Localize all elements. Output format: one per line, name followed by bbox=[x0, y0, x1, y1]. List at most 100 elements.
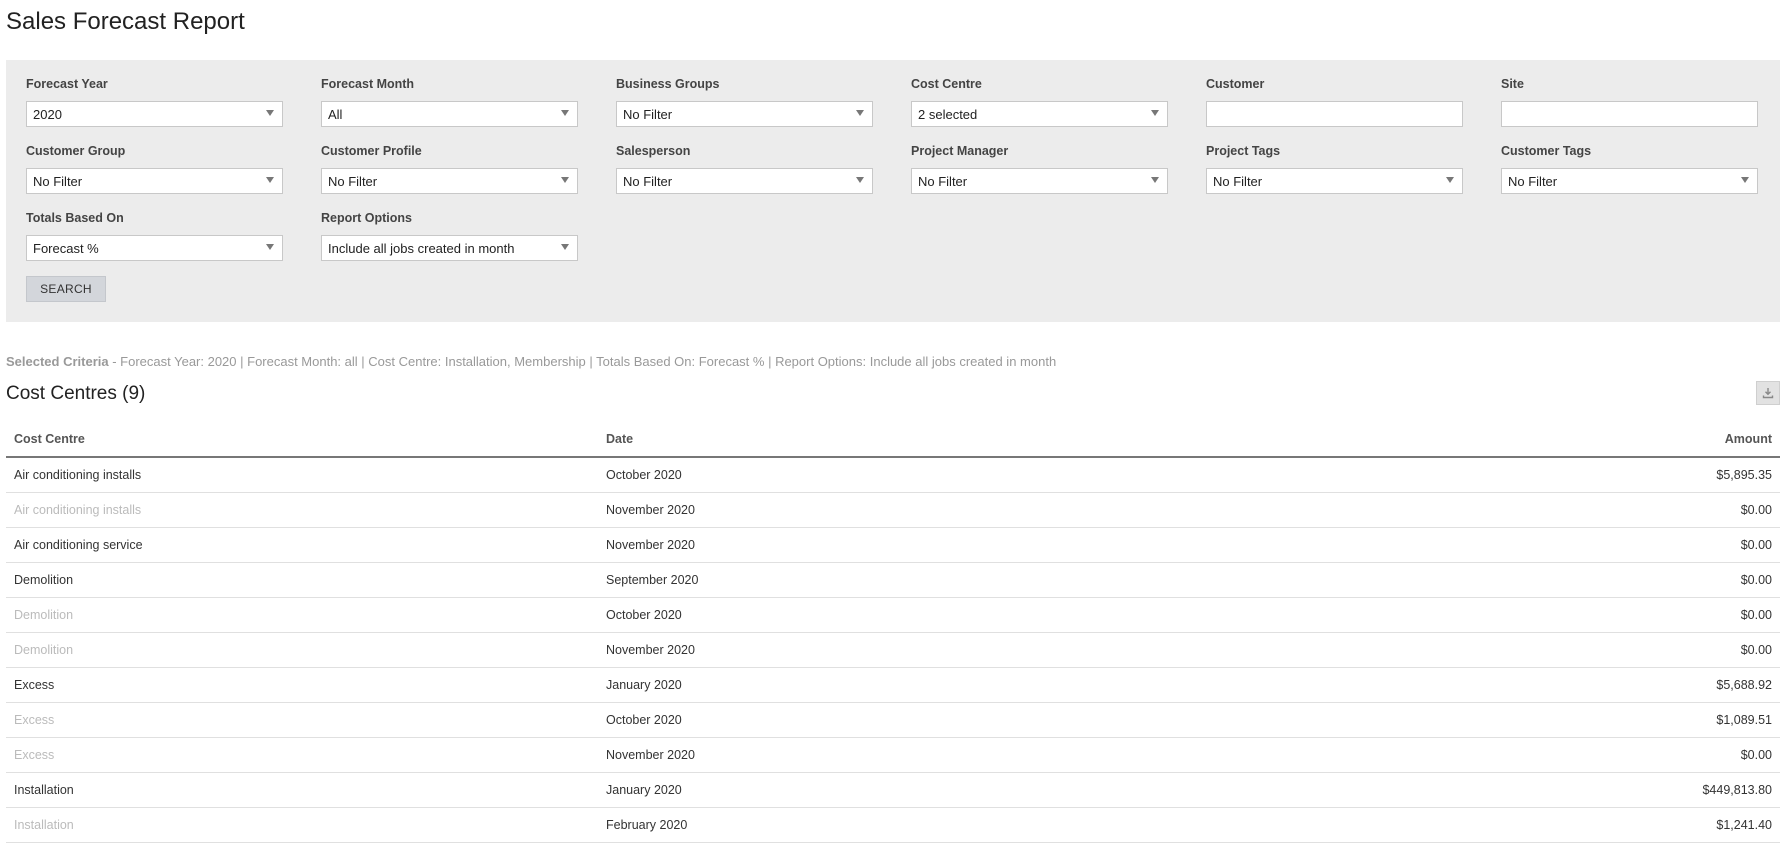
select-value: No Filter bbox=[328, 173, 378, 189]
cost-centre-cell: Excess bbox=[6, 702, 598, 738]
filter-label: Project Tags bbox=[1206, 144, 1281, 158]
date-cell: January 2020 bbox=[598, 772, 1614, 808]
select-value: No Filter bbox=[623, 106, 673, 122]
chevron-down-icon bbox=[1446, 177, 1454, 183]
amount-cell: $449,813.80 bbox=[1614, 772, 1780, 808]
select-value: 2020 bbox=[33, 106, 62, 122]
chevron-down-icon bbox=[1151, 177, 1159, 183]
chevron-down-icon bbox=[561, 244, 569, 250]
column-header-cost-centre[interactable]: Cost Centre bbox=[6, 422, 598, 458]
table-row: Excess October 2020 $1,089.51 bbox=[6, 702, 1780, 738]
filter-report-options: Report Options Include all jobs created i… bbox=[321, 210, 578, 261]
sales-forecast-page: Sales Forecast Report Forecast Year 2020 F… bbox=[0, 0, 1787, 843]
filter-site: Site bbox=[1501, 76, 1758, 127]
column-header-date[interactable]: Date bbox=[598, 422, 1614, 458]
totals-based-on-select[interactable]: Forecast % bbox=[26, 235, 283, 261]
filter-business-groups: Business Groups No Filter bbox=[616, 76, 873, 127]
selected-criteria: Selected Criteria - Forecast Year: 2020 … bbox=[6, 354, 1056, 369]
cost-centre-cell: Installation bbox=[6, 772, 598, 808]
filter-label: Salesperson bbox=[616, 144, 691, 158]
filter-label: Site bbox=[1501, 77, 1524, 91]
table-row: Excess November 2020 $0.00 bbox=[6, 737, 1780, 773]
cost-centre-cell: Excess bbox=[6, 667, 598, 703]
amount-cell: $0.00 bbox=[1614, 492, 1780, 528]
filter-label: Report Options bbox=[321, 211, 412, 225]
site-input[interactable] bbox=[1501, 101, 1758, 127]
table-row: Demolition November 2020 $0.00 bbox=[6, 632, 1780, 668]
chevron-down-icon bbox=[561, 177, 569, 183]
filter-salesperson: Salesperson No Filter bbox=[616, 143, 873, 194]
table-row: Demolition October 2020 $0.00 bbox=[6, 597, 1780, 633]
forecast-month-select[interactable]: All bbox=[321, 101, 578, 127]
chevron-down-icon bbox=[1741, 177, 1749, 183]
date-cell: October 2020 bbox=[598, 702, 1614, 738]
select-value: All bbox=[328, 106, 343, 122]
select-value: Include all jobs created in month bbox=[328, 240, 515, 256]
filter-label: Customer Profile bbox=[321, 144, 422, 158]
salesperson-select[interactable]: No Filter bbox=[616, 168, 873, 194]
filter-label: Customer Tags bbox=[1501, 144, 1592, 158]
download-icon bbox=[1762, 388, 1774, 399]
filter-totals-based-on: Totals Based On Forecast % bbox=[26, 210, 283, 261]
search-button[interactable]: SEARCH bbox=[26, 276, 106, 302]
amount-cell: $0.00 bbox=[1614, 527, 1780, 563]
select-value: Forecast % bbox=[33, 240, 99, 256]
cost-centre-cell: Air conditioning installs bbox=[6, 492, 598, 528]
filter-label: Project Manager bbox=[911, 144, 1009, 158]
customer-group-select[interactable]: No Filter bbox=[26, 168, 283, 194]
cost-centres-table: Cost Centre Date Amount Air conditioning… bbox=[6, 422, 1780, 843]
select-value: No Filter bbox=[623, 173, 673, 189]
filter-grid: Forecast Year 2020 Forecast Month All Busine… bbox=[26, 76, 1758, 261]
filter-customer-group: Customer Group No Filter bbox=[26, 143, 283, 194]
filter-label: Forecast Month bbox=[321, 77, 415, 91]
amount-cell: $5,895.35 bbox=[1614, 457, 1780, 493]
date-cell: November 2020 bbox=[598, 492, 1614, 528]
selected-criteria-label: Selected Criteria bbox=[6, 354, 109, 369]
date-cell: November 2020 bbox=[598, 632, 1614, 668]
business-groups-select[interactable]: No Filter bbox=[616, 101, 873, 127]
filter-cost-centre: Cost Centre 2 selected bbox=[911, 76, 1168, 127]
cost-centre-cell: Demolition bbox=[6, 632, 598, 668]
forecast-year-select[interactable]: 2020 bbox=[26, 101, 283, 127]
date-cell: January 2020 bbox=[598, 667, 1614, 703]
section-title: Cost Centres (9) bbox=[6, 383, 146, 404]
filter-forecast-month: Forecast Month All bbox=[321, 76, 578, 127]
customer-input[interactable] bbox=[1206, 101, 1463, 127]
filter-label: Customer bbox=[1206, 77, 1265, 91]
filter-project-tags: Project Tags No Filter bbox=[1206, 143, 1463, 194]
amount-cell: $0.00 bbox=[1614, 597, 1780, 633]
filter-label: Business Groups bbox=[616, 77, 720, 91]
date-cell: November 2020 bbox=[598, 527, 1614, 563]
filter-label: Cost Centre bbox=[911, 77, 982, 91]
amount-cell: $1,089.51 bbox=[1614, 702, 1780, 738]
table-body: Air conditioning installs October 2020 $5,… bbox=[6, 457, 1780, 843]
customer-profile-select[interactable]: No Filter bbox=[321, 168, 578, 194]
table-row: Air conditioning service November 2020 $0.… bbox=[6, 527, 1780, 563]
select-value: 2 selected bbox=[918, 106, 978, 122]
report-options-select[interactable]: Include all jobs created in month bbox=[321, 235, 578, 261]
filter-forecast-year: Forecast Year 2020 bbox=[26, 76, 283, 127]
table-row: Installation January 2020 $449,813.80 bbox=[6, 772, 1780, 808]
cost-centre-cell: Excess bbox=[6, 737, 598, 773]
chevron-down-icon bbox=[1151, 110, 1159, 116]
project-tags-select[interactable]: No Filter bbox=[1206, 168, 1463, 194]
filter-project-manager: Project Manager No Filter bbox=[911, 143, 1168, 194]
table-row: Demolition September 2020 $0.00 bbox=[6, 562, 1780, 598]
chevron-down-icon bbox=[856, 177, 864, 183]
table-row: Air conditioning installs November 2020 $0… bbox=[6, 492, 1780, 528]
filter-customer-profile: Customer Profile No Filter bbox=[321, 143, 578, 194]
date-cell: October 2020 bbox=[598, 597, 1614, 633]
cost-centre-cell: Demolition bbox=[6, 597, 598, 633]
project-manager-select[interactable]: No Filter bbox=[911, 168, 1168, 194]
chevron-down-icon bbox=[266, 177, 274, 183]
amount-cell: $0.00 bbox=[1614, 562, 1780, 598]
filter-customer: Customer bbox=[1206, 76, 1463, 127]
table-row: Installation February 2020 $1,241.40 bbox=[6, 807, 1780, 843]
column-header-amount[interactable]: Amount bbox=[1614, 422, 1780, 458]
amount-cell: $1,241.40 bbox=[1614, 807, 1780, 843]
cost-centre-select[interactable]: 2 selected bbox=[911, 101, 1168, 127]
select-value: No Filter bbox=[918, 173, 968, 189]
download-button[interactable] bbox=[1756, 381, 1780, 405]
filter-panel: Forecast Year 2020 Forecast Month All Busine… bbox=[6, 60, 1780, 322]
customer-tags-select[interactable]: No Filter bbox=[1501, 168, 1758, 194]
